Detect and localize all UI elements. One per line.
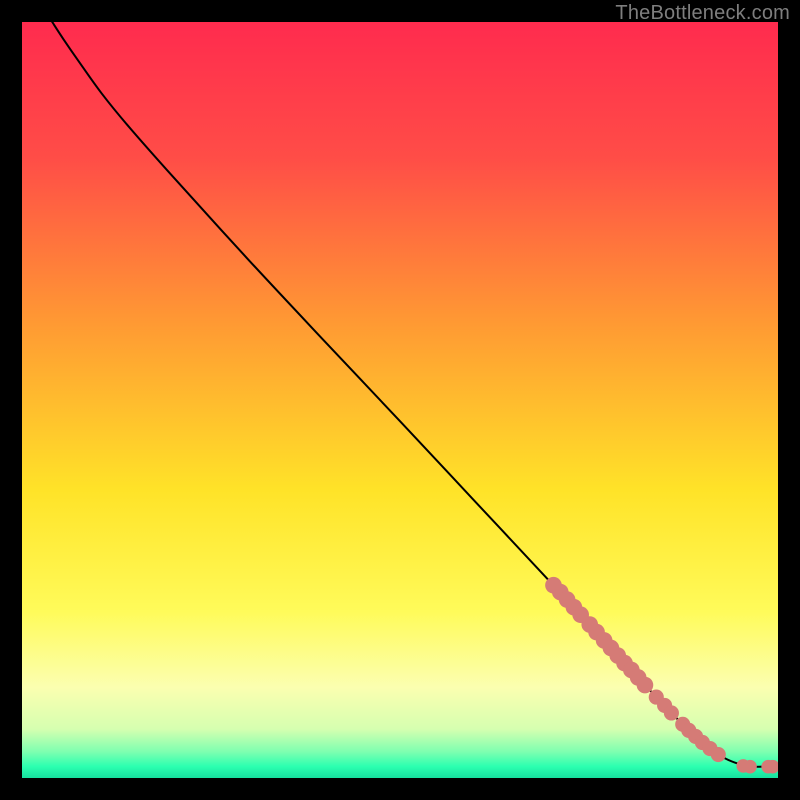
- data-marker: [711, 747, 726, 762]
- plot-area: [22, 22, 778, 778]
- plot-svg: [22, 22, 778, 778]
- data-marker: [743, 760, 757, 774]
- data-marker: [664, 705, 679, 720]
- chart-stage: TheBottleneck.com: [0, 0, 800, 800]
- data-marker: [637, 677, 654, 694]
